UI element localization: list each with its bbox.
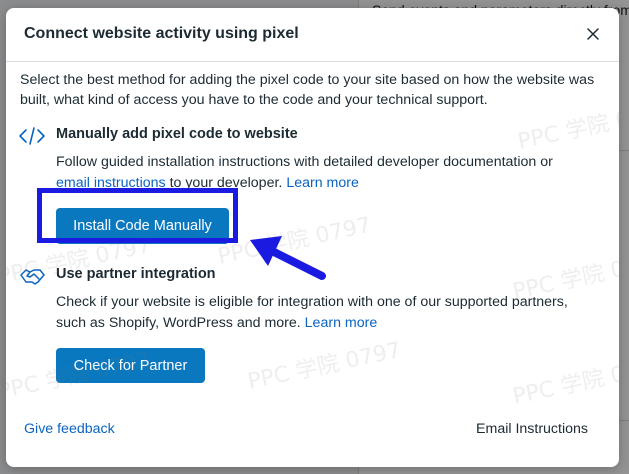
manual-section-title: Manually add pixel code to website bbox=[56, 126, 298, 142]
check-for-partner-button[interactable]: Check for Partner bbox=[56, 348, 205, 383]
partner-section-description: Check if your website is eligible for in… bbox=[56, 292, 576, 334]
manual-learn-more-link[interactable]: Learn more bbox=[286, 175, 359, 191]
handshake-icon bbox=[18, 265, 46, 287]
code-icon bbox=[18, 125, 46, 147]
partner-section-title: Use partner integration bbox=[56, 266, 216, 282]
give-feedback-link[interactable]: Give feedback bbox=[24, 421, 115, 437]
close-button[interactable] bbox=[583, 24, 603, 44]
watermark-text: PPC 学院 0797 bbox=[510, 353, 619, 410]
connect-pixel-dialog: Connect website activity using pixel Sel… bbox=[6, 8, 619, 467]
dialog-header: Connect website activity using pixel bbox=[6, 8, 619, 62]
partner-learn-more-link[interactable]: Learn more bbox=[305, 315, 378, 331]
manual-desc-text: Follow guided installation instructions … bbox=[56, 154, 553, 170]
manual-desc-text-2: to your developer. bbox=[169, 175, 283, 191]
email-instructions-button[interactable]: Email Instructions bbox=[476, 421, 588, 437]
manual-section-description: Follow guided installation instructions … bbox=[56, 152, 576, 194]
install-code-manually-button[interactable]: Install Code Manually bbox=[56, 208, 229, 244]
watermark-text: PPC 学院 0797 bbox=[245, 338, 404, 395]
close-icon bbox=[587, 28, 599, 40]
watermark-text: PPC 学院 0797 bbox=[215, 213, 374, 270]
email-instructions-link[interactable]: email instructions bbox=[56, 175, 166, 191]
dialog-title: Connect website activity using pixel bbox=[24, 25, 299, 42]
dialog-intro: Select the best method for adding the pi… bbox=[20, 72, 595, 108]
